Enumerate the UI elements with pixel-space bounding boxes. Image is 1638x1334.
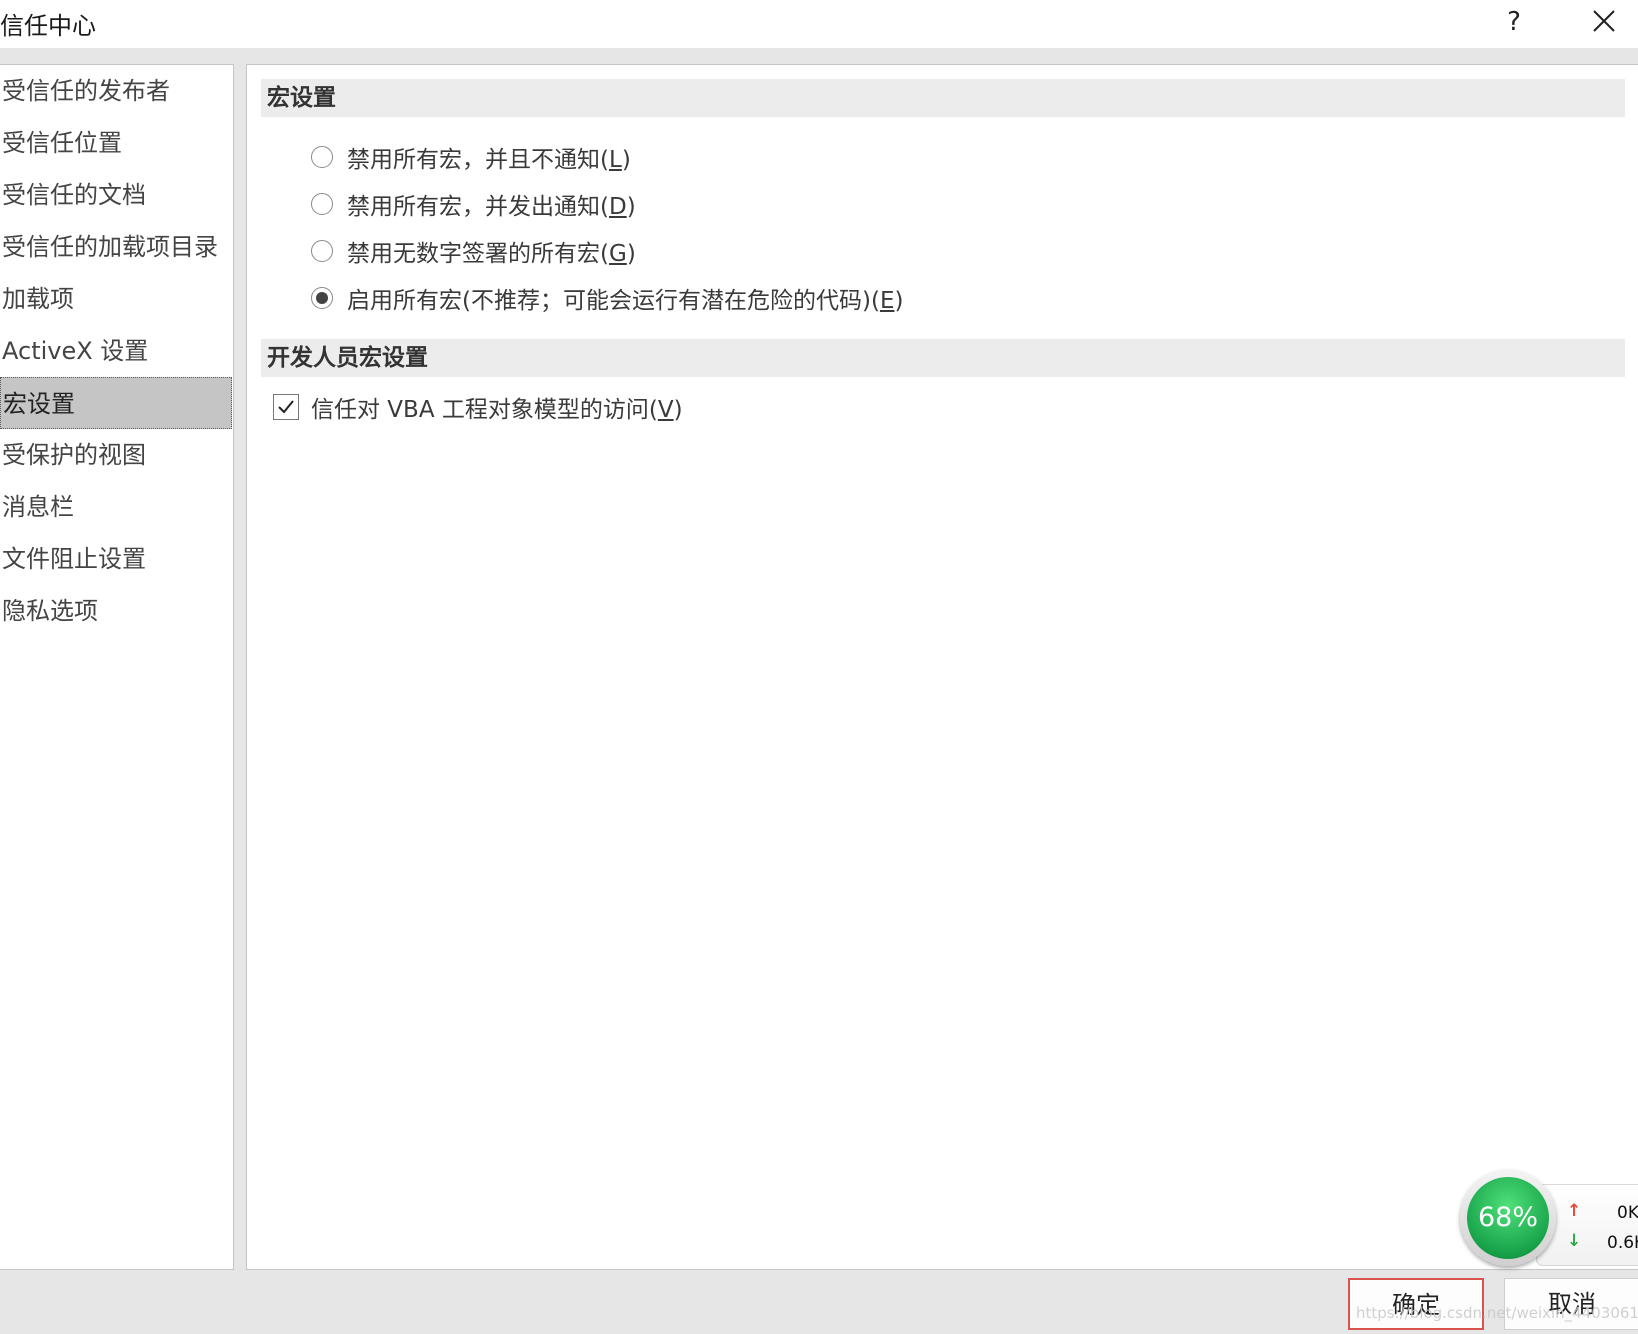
sidebar-item-trusted-publishers[interactable]: 受信任的发布者 — [0, 65, 232, 117]
watermark: https://blog.csdn.net/weixin_44030612 — [1356, 1304, 1638, 1322]
checkbox-label: 信任对 VBA 工程对象模型的访问(V) — [311, 397, 683, 423]
settings-panel: 宏设置 禁用所有宏，并且不通知(L) 禁用所有宏，并发出通知(D) 禁用无数字签… — [246, 64, 1638, 1270]
radio-disable-all-no-notify[interactable]: 禁用所有宏，并且不通知(L) — [311, 137, 631, 177]
sidebar-item-privacy-options[interactable]: 隐私选项 — [0, 585, 232, 637]
radio-disable-all-notify[interactable]: 禁用所有宏，并发出通知(D) — [311, 184, 636, 224]
trust-vba-access-row[interactable]: 信任对 VBA 工程对象模型的访问(V) — [273, 387, 683, 427]
sidebar-item-trusted-locations[interactable]: 受信任位置 — [0, 117, 232, 169]
sidebar-item-file-block-settings[interactable]: 文件阻止设置 — [0, 533, 232, 585]
radio-button[interactable] — [311, 146, 333, 168]
radio-dot-icon — [316, 292, 328, 304]
memory-percent: 68% — [1467, 1177, 1549, 1259]
download-speed: 0.6K — [1607, 1233, 1638, 1253]
sidebar-item-addins[interactable]: 加载项 — [0, 273, 232, 325]
option-label: 禁用所有宏，并且不通知(L) — [347, 147, 631, 173]
memory-ball-widget[interactable]: 68% — [1460, 1170, 1556, 1266]
title-bar: 信任中心 ? — [0, 0, 1638, 48]
checkmark-icon — [278, 400, 294, 414]
sidebar-item-trusted-documents[interactable]: 受信任的文档 — [0, 169, 232, 221]
sidebar-item-protected-view[interactable]: 受保护的视图 — [0, 429, 232, 481]
upload-arrow-icon: ↑ — [1567, 1201, 1582, 1221]
developer-macro-settings-header: 开发人员宏设置 — [261, 339, 1625, 377]
sidebar-item-activex-settings[interactable]: ActiveX 设置 — [0, 325, 232, 377]
download-arrow-icon: ↓ — [1567, 1231, 1582, 1251]
sidebar-item-trusted-addin-catalogs[interactable]: 受信任的加载项目录 — [0, 221, 232, 273]
close-icon — [1593, 10, 1615, 32]
radio-button[interactable] — [311, 240, 333, 262]
option-label: 禁用所有宏，并发出通知(D) — [347, 194, 636, 220]
trust-vba-checkbox[interactable] — [273, 394, 299, 420]
option-label: 启用所有宏(不推荐；可能会运行有潜在危险的代码)(E) — [347, 288, 904, 314]
option-label: 禁用无数字签署的所有宏(G) — [347, 241, 636, 267]
upload-speed: 0K — [1617, 1203, 1638, 1223]
help-button[interactable]: ? — [1496, 4, 1532, 40]
sidebar: 受信任的发布者 受信任位置 受信任的文档 受信任的加载项目录 加载项 Activ… — [0, 64, 234, 1270]
close-button[interactable] — [1584, 4, 1624, 40]
radio-button[interactable] — [311, 193, 333, 215]
trust-center-dialog: 信任中心 ? 受信任的发布者 受信任位置 受信任的文档 受信任的加载项目录 加载… — [0, 0, 1638, 1334]
sidebar-item-message-bar[interactable]: 消息栏 — [0, 481, 232, 533]
macro-settings-header: 宏设置 — [261, 79, 1625, 117]
radio-button-selected[interactable] — [311, 287, 333, 309]
sidebar-item-macro-settings[interactable]: 宏设置 — [0, 377, 232, 429]
radio-enable-all[interactable]: 启用所有宏(不推荐；可能会运行有潜在危险的代码)(E) — [311, 278, 903, 318]
radio-disable-unsigned[interactable]: 禁用无数字签署的所有宏(G) — [311, 231, 636, 271]
window-title: 信任中心 — [0, 12, 96, 40]
